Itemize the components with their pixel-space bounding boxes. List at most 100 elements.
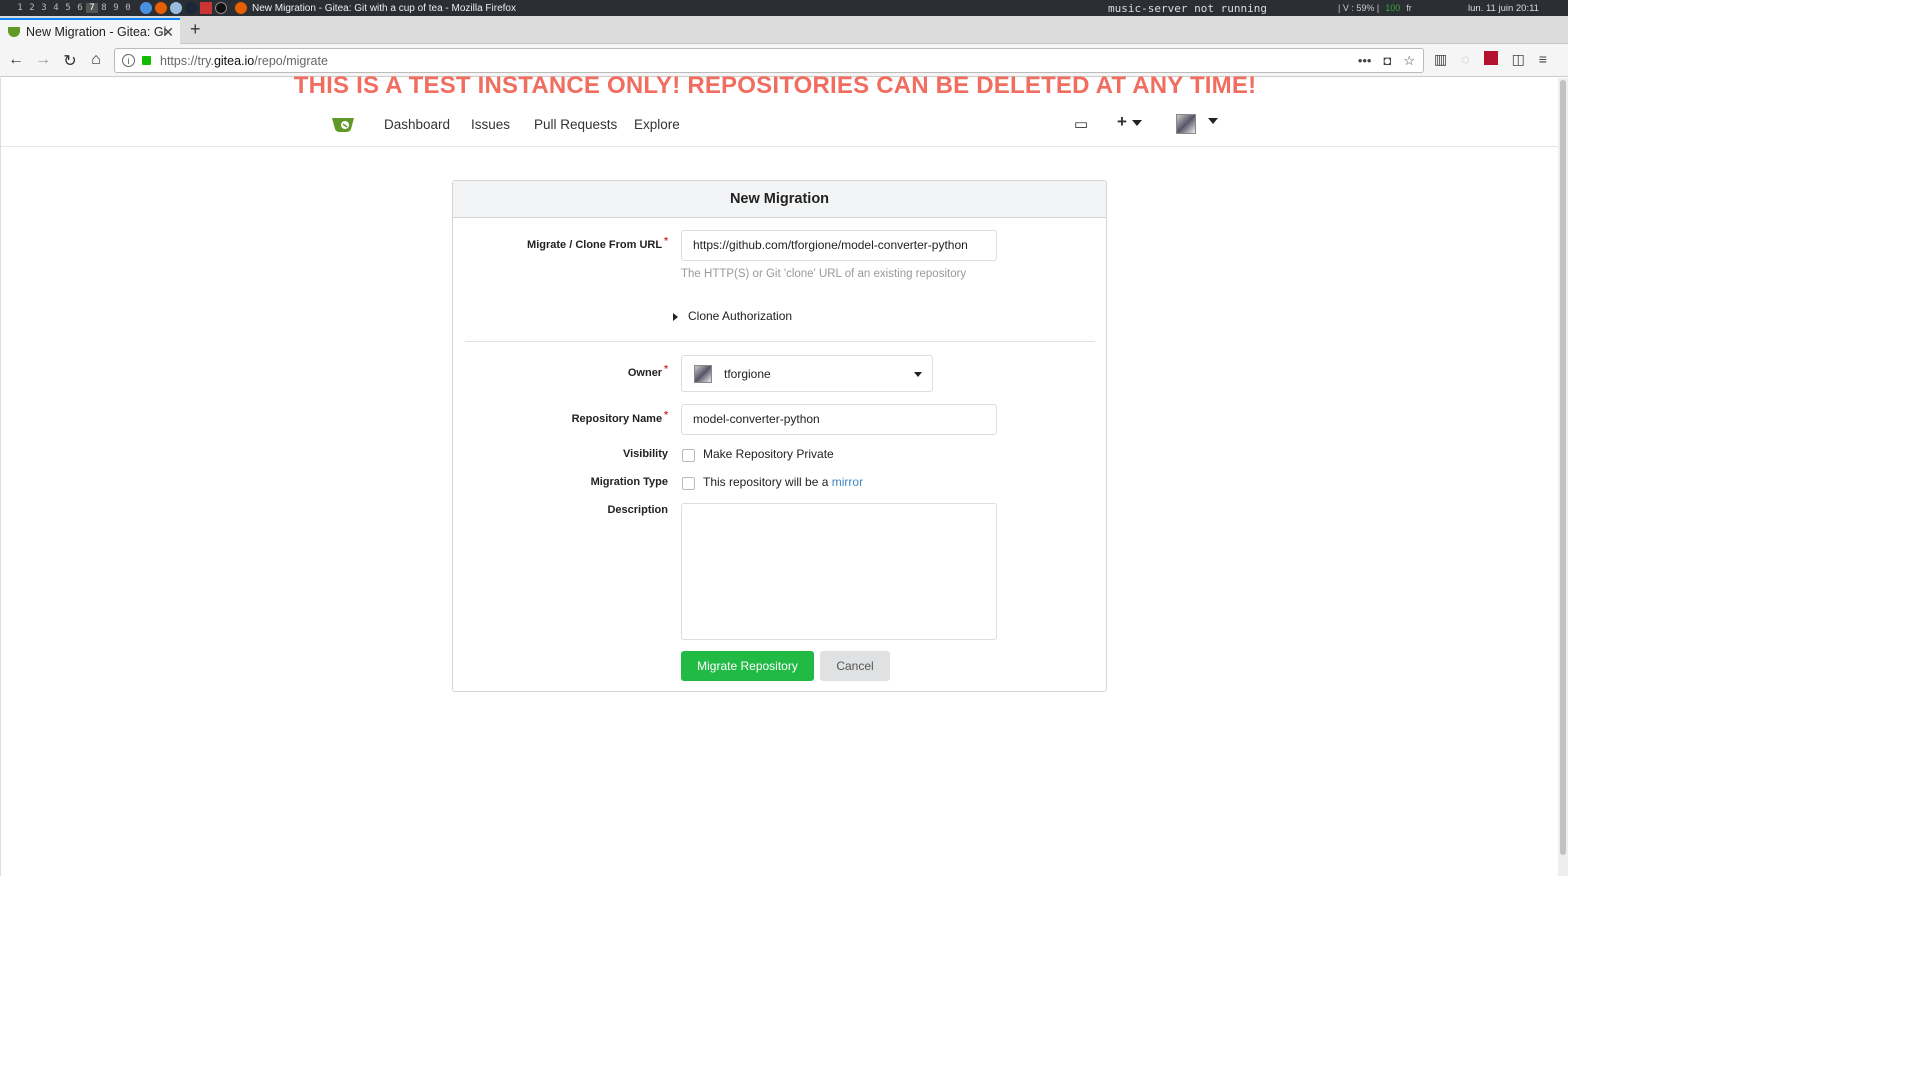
repo-name-input[interactable]: model-converter-python <box>681 404 997 435</box>
workspace-7[interactable]: 7 <box>86 3 98 13</box>
back-icon[interactable]: ← <box>6 51 26 69</box>
clone-url-input[interactable]: https://github.com/tforgione/model-conve… <box>681 230 997 261</box>
cancel-button[interactable]: Cancel <box>820 651 890 681</box>
migration-form: New Migration Migrate / Clone From URL * … <box>452 180 1107 692</box>
nav-pull-requests[interactable]: Pull Requests <box>534 117 617 132</box>
app-icon[interactable] <box>170 2 182 14</box>
workspace-9[interactable]: 9 <box>110 3 122 13</box>
workspace-5[interactable]: 5 <box>62 3 74 13</box>
music-status: music-server not running <box>1108 1 1267 15</box>
chevron-down-icon <box>1131 119 1142 126</box>
page-scrollbar[interactable] <box>1558 78 1568 876</box>
url-domain: gitea.io <box>213 53 255 68</box>
gitea-logo-icon[interactable] <box>331 115 355 133</box>
visibility-label: Visibility <box>622 448 668 460</box>
mirror-link[interactable]: mirror <box>832 475 863 489</box>
firefox-icon[interactable] <box>155 2 167 14</box>
required-marker: * <box>664 364 668 375</box>
pocket-icon[interactable]: ◘ <box>1383 53 1391 69</box>
owner-dropdown[interactable]: tforgione <box>681 355 933 392</box>
active-window-title: New Migration - Gitea: Git with a cup of… <box>235 2 516 14</box>
bookmark-star-icon[interactable]: ☆ <box>1403 53 1415 69</box>
mirror-checkbox-label[interactable]: This repository will be a mirror <box>703 475 863 489</box>
user-menu[interactable] <box>1176 114 1219 138</box>
mirror-checkbox[interactable] <box>682 477 695 490</box>
repo-name-label: Repository Name * <box>571 410 668 425</box>
steam-icon[interactable] <box>185 2 197 14</box>
url-text[interactable]: https://try.gitea.io/repo/migrate <box>160 54 328 68</box>
description-textarea[interactable] <box>681 503 997 640</box>
workspace-1[interactable]: 1 <box>14 3 26 13</box>
page-actions-icon[interactable]: ••• <box>1358 53 1372 69</box>
firefox-icon <box>235 2 247 14</box>
inbox-icon[interactable]: ▭ <box>1074 115 1088 133</box>
extension-icon[interactable]: ◌ <box>1461 51 1469 68</box>
browser-tab-bar: New Migration - Gitea: Git ✕ + <box>0 16 1568 44</box>
clock: lun. 11 juin 20:11 <box>1468 2 1539 14</box>
site-info-icon[interactable]: i <box>122 54 135 67</box>
new-tab-button[interactable]: + <box>190 19 201 40</box>
chromium-icon[interactable] <box>140 2 152 14</box>
url-bar[interactable]: i https://try.gitea.io/repo/migrate ••• … <box>114 48 1424 73</box>
reload-icon[interactable]: ↻ <box>60 51 80 71</box>
volume-stat: | V : 59% | <box>1338 3 1380 13</box>
mastodon-icon[interactable] <box>200 2 212 14</box>
keyboard-layout: fr <box>1406 3 1412 13</box>
clone-url-help: The HTTP(S) or Git 'clone' URL of an exi… <box>681 268 967 280</box>
description-label: Description <box>607 504 668 516</box>
nav-issues[interactable]: Issues <box>471 117 510 132</box>
required-marker: * <box>664 236 668 247</box>
library-icon[interactable]: ▥ <box>1434 51 1447 68</box>
forward-icon[interactable]: → <box>33 51 53 69</box>
scrollbar-thumb[interactable] <box>1560 80 1566 855</box>
owner-value: tforgione <box>724 366 771 381</box>
create-new-menu[interactable]: + <box>1117 112 1142 132</box>
divider <box>465 341 1095 342</box>
clone-url-label-text: Migrate / Clone From URL <box>527 239 663 251</box>
power-icon[interactable] <box>215 2 227 14</box>
url-path: /repo/migrate <box>254 53 328 68</box>
clone-authorization-label: Clone Authorization <box>688 309 793 323</box>
workspace-8[interactable]: 8 <box>98 3 110 13</box>
url-actions: ••• ◘ ☆ <box>1358 53 1415 69</box>
caret-right-icon <box>673 312 678 321</box>
owner-avatar <box>694 364 712 383</box>
workspace-3[interactable]: 3 <box>38 3 50 13</box>
clone-authorization-toggle[interactable]: Clone Authorization <box>673 309 792 323</box>
url-prefix: https://try. <box>160 53 214 68</box>
owner-label-text: Owner <box>627 367 663 379</box>
private-checkbox-label[interactable]: Make Repository Private <box>703 447 834 461</box>
private-checkbox[interactable] <box>682 449 695 462</box>
battery-stat: 100 <box>1385 3 1401 13</box>
tab-title: New Migration - Gitea: Git <box>26 25 166 39</box>
chevron-down-icon <box>1208 118 1219 124</box>
required-marker: * <box>664 410 668 421</box>
workspace-4[interactable]: 4 <box>50 3 62 13</box>
browser-tools: ▥ ◌ ◫ ≡ <box>1434 51 1547 68</box>
workspace-0[interactable]: 0 <box>122 3 134 13</box>
migrate-repository-button[interactable]: Migrate Repository <box>681 651 814 681</box>
chevron-down-icon <box>914 372 922 377</box>
workspace-switcher[interactable]: 1 2 3 4 5 6 7 8 9 0 <box>14 3 134 13</box>
tray-apps <box>140 2 227 14</box>
gitea-navbar: Dashboard Issues Pull Requests Explore ▭… <box>1 105 1559 147</box>
clone-url-label: Migrate / Clone From URL * <box>527 236 668 251</box>
nav-dashboard[interactable]: Dashboard <box>384 117 450 132</box>
home-icon[interactable]: ⌂ <box>86 51 106 69</box>
owner-label: Owner * <box>627 364 668 379</box>
page-content: THIS IS A TEST INSTANCE ONLY! REPOSITORI… <box>0 72 1559 876</box>
test-instance-banner: THIS IS A TEST INSTANCE ONLY! REPOSITORI… <box>293 72 1257 99</box>
migration-type-label: Migration Type <box>590 476 668 488</box>
nav-explore[interactable]: Explore <box>634 117 680 132</box>
browser-tab-active[interactable]: New Migration - Gitea: Git ✕ <box>0 18 180 44</box>
workspace-2[interactable]: 2 <box>26 3 38 13</box>
close-tab-icon[interactable]: ✕ <box>162 24 174 41</box>
mirror-checkbox-text: This repository will be a <box>703 475 829 489</box>
repo-name-label-text: Repository Name <box>571 413 663 425</box>
workspace-6[interactable]: 6 <box>74 3 86 13</box>
avatar <box>1176 114 1196 134</box>
sidebar-icon[interactable]: ◫ <box>1512 51 1525 68</box>
menu-icon[interactable]: ≡ <box>1539 51 1547 68</box>
extension-red-icon[interactable] <box>1483 51 1498 65</box>
plus-icon: + <box>1117 112 1127 131</box>
